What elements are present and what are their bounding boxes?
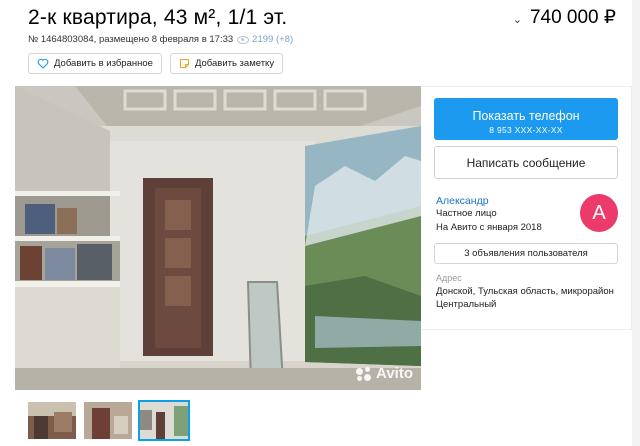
thumbnail[interactable] bbox=[84, 402, 132, 439]
thumbnail-image bbox=[28, 402, 76, 439]
room-photo-illustration bbox=[15, 86, 421, 390]
heart-icon bbox=[37, 58, 49, 69]
thumbnail[interactable] bbox=[28, 402, 76, 439]
thumbnail-strip bbox=[28, 400, 190, 441]
contact-panel: Показать телефон 8 953 XXX-XX-XX Написат… bbox=[422, 86, 632, 330]
address-value: Донской, Тульская область, микрорайон Це… bbox=[436, 286, 614, 310]
show-phone-label: Показать телефон bbox=[472, 109, 580, 123]
note-icon bbox=[179, 59, 189, 68]
thumbnail-image bbox=[84, 402, 132, 439]
user-listings-button[interactable]: 3 объявления пользователя bbox=[434, 243, 618, 264]
views-count: 2199 (+8) bbox=[252, 34, 294, 45]
seller-name-link[interactable]: Александр bbox=[436, 195, 489, 207]
add-note-button[interactable]: Добавить заметку bbox=[169, 53, 284, 74]
avito-logo-icon bbox=[356, 366, 372, 381]
seller-since: На Авито с января 2018 bbox=[436, 222, 542, 233]
address-label: Адрес bbox=[436, 273, 462, 283]
listing-actions: Добавить в избранное Добавить заметку bbox=[28, 53, 284, 74]
phone-masked: 8 953 XXX-XX-XX bbox=[489, 125, 563, 135]
favorite-label: Добавить в избранное bbox=[54, 58, 153, 69]
show-phone-button[interactable]: Показать телефон 8 953 XXX-XX-XX bbox=[434, 98, 618, 140]
main-photo[interactable]: Avito bbox=[15, 86, 421, 390]
price: 740 000 ₽ bbox=[529, 7, 616, 28]
listing-title: 2-к квартира, 43 м², 1/1 эт. bbox=[28, 6, 288, 29]
eye-icon bbox=[237, 35, 250, 44]
avito-watermark: Avito bbox=[356, 365, 413, 382]
seller-type: Частное лицо bbox=[436, 208, 497, 219]
price-block[interactable]: ⌄ 740 000 ₽ bbox=[513, 6, 616, 29]
thumbnail-active[interactable] bbox=[138, 400, 190, 441]
thumbnail-image bbox=[140, 402, 188, 439]
listing-meta: № 1464803084, размещено 8 февраля в 17:3… bbox=[28, 34, 293, 45]
watermark-text: Avito bbox=[376, 365, 413, 382]
write-message-button[interactable]: Написать сообщение bbox=[434, 146, 618, 179]
note-label: Добавить заметку bbox=[194, 58, 275, 69]
chevron-down-icon[interactable]: ⌄ bbox=[513, 13, 522, 26]
views-counter: 2199 (+8) bbox=[237, 34, 293, 45]
page-edge bbox=[632, 0, 640, 446]
avatar[interactable]: А bbox=[580, 194, 618, 232]
listing-number-date: № 1464803084, размещено 8 февраля в 17:3… bbox=[28, 34, 234, 45]
add-to-favorites-button[interactable]: Добавить в избранное bbox=[28, 53, 162, 74]
